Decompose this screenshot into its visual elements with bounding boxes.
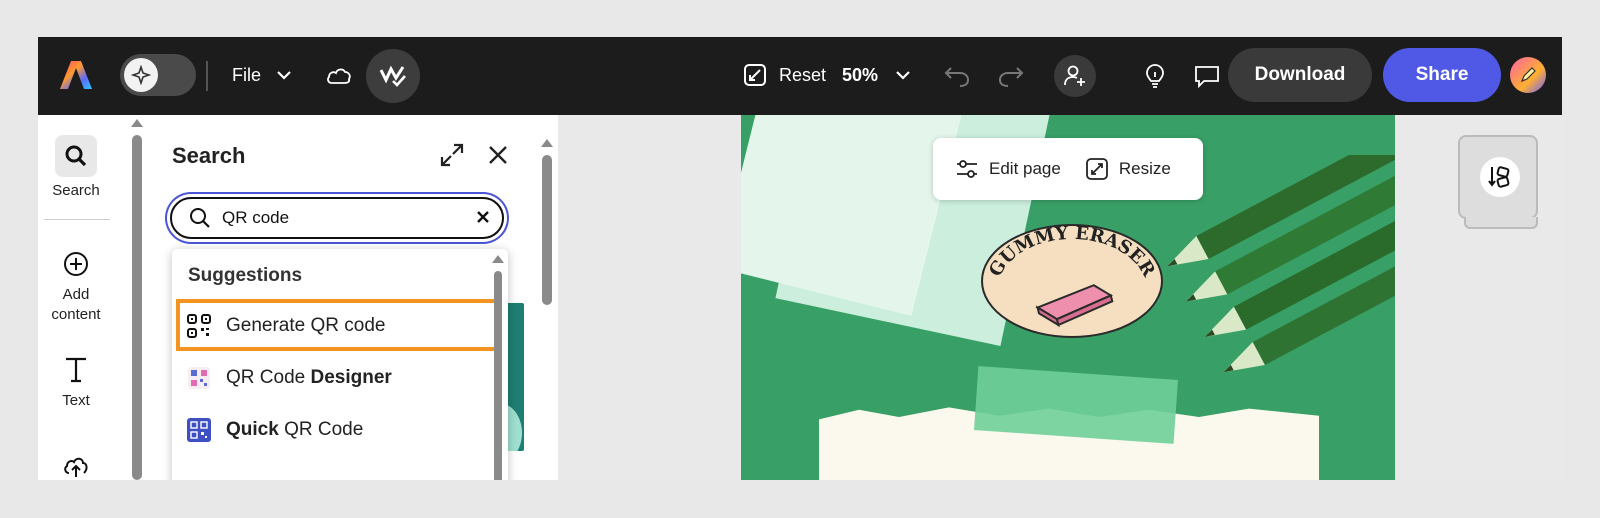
- suggestion-label: QR Code: [278, 419, 364, 440]
- scroll-up-arrow-icon[interactable]: [492, 255, 504, 263]
- search-panel: Search 9 Suggestions: [146, 115, 558, 480]
- search-field[interactable]: [170, 197, 504, 239]
- dropdown-scrollbar[interactable]: [492, 253, 504, 480]
- close-icon[interactable]: [484, 141, 514, 171]
- left-rail: Search Add content Text: [38, 115, 128, 480]
- scrollbar-thumb[interactable]: [132, 135, 142, 480]
- edit-page-label: Edit page: [989, 159, 1061, 178]
- gummy-eraser-badge: GUMMY ERASER: [981, 223, 1163, 338]
- search-icon: [190, 208, 210, 228]
- sparkle-icon: [124, 58, 158, 92]
- suggestions-heading: Suggestions: [188, 265, 303, 286]
- rail-item-text[interactable]: Text: [38, 355, 114, 411]
- lightbulb-icon[interactable]: [1138, 59, 1172, 93]
- suggestions-dropdown: Suggestions Generate QR code QR Code Des…: [172, 249, 508, 480]
- file-menu-button[interactable]: File: [232, 57, 291, 93]
- invite-user-button[interactable]: [1054, 55, 1096, 97]
- share-button[interactable]: Share: [1383, 48, 1501, 102]
- zoom-dropdown[interactable]: 50%: [842, 57, 910, 93]
- scroll-up-arrow-icon[interactable]: [541, 139, 553, 147]
- search-icon: [55, 135, 97, 177]
- add-user-icon: [1064, 65, 1085, 86]
- rail-item-upload[interactable]: [38, 455, 114, 479]
- scroll-up-arrow-icon[interactable]: [131, 119, 143, 127]
- sliders-icon: [957, 160, 977, 178]
- cloud-icon[interactable]: [322, 59, 356, 93]
- resize-label: Resize: [1118, 159, 1171, 178]
- rail-item-add-content[interactable]: Add content: [38, 251, 114, 325]
- page-order-icon: [1480, 157, 1520, 197]
- resize-icon: [1085, 158, 1108, 180]
- scrollbar-thumb[interactable]: [494, 271, 502, 480]
- panel-scrollbar[interactable]: [541, 135, 553, 480]
- quick-qr-app-icon: [186, 417, 212, 443]
- undo-icon[interactable]: [940, 59, 974, 93]
- suggestion-qr-code-designer[interactable]: QR Code Designer: [186, 357, 490, 399]
- scrollbar-thumb[interactable]: [542, 155, 552, 305]
- crown-check-icon: [379, 65, 406, 87]
- pencil-icon: [1520, 67, 1536, 83]
- resize-button[interactable]: Resize: [1085, 157, 1171, 181]
- top-toolbar: File Reset 50% Download Share: [38, 37, 1562, 115]
- suggestion-label-bold: Quick: [226, 419, 279, 440]
- page-stack-shadow: [1464, 217, 1538, 229]
- expand-icon[interactable]: [438, 141, 468, 171]
- divider: [44, 219, 110, 220]
- app-window: File Reset 50% Download Share Search Add…: [38, 37, 1562, 480]
- plus-circle-icon: [64, 252, 88, 276]
- divider: [206, 61, 208, 91]
- suggestion-label: QR Code: [226, 367, 311, 388]
- generative-toggle[interactable]: [120, 54, 196, 96]
- avatar[interactable]: [1510, 57, 1546, 93]
- brand-check-button[interactable]: [366, 49, 420, 103]
- rail-scrollbar[interactable]: [128, 115, 146, 480]
- reset-button[interactable]: Reset: [743, 57, 826, 93]
- reset-label: Reset: [779, 64, 827, 85]
- panel-title: Search: [172, 143, 246, 168]
- file-label: File: [232, 64, 262, 85]
- search-input[interactable]: [220, 207, 444, 229]
- suggestion-generate-qr-code[interactable]: Generate QR code: [176, 299, 500, 351]
- clear-icon[interactable]: [474, 208, 492, 226]
- design-canvas[interactable]: GUMMY ERASER Edit page Resize: [741, 115, 1395, 480]
- rail-item-label: Search: [52, 182, 100, 199]
- cloud-upload-icon: [64, 457, 88, 477]
- suggestion-quick-qr-code[interactable]: Quick QR Code: [186, 409, 490, 451]
- zoom-level: 50%: [842, 64, 879, 85]
- rail-item-label: Text: [62, 392, 90, 409]
- text-icon: [66, 357, 86, 383]
- suggestion-label-bold: Designer: [310, 367, 392, 388]
- pages-widget[interactable]: [1458, 135, 1538, 229]
- adobe-express-logo[interactable]: [58, 57, 94, 93]
- resize-reset-icon: [744, 64, 766, 86]
- highlight-box: [176, 299, 500, 351]
- page-toolbar: Edit page Resize: [933, 138, 1203, 200]
- qr-designer-app-icon: [186, 365, 212, 391]
- edit-page-button[interactable]: Edit page: [955, 158, 1061, 180]
- chevron-down-icon: [277, 71, 291, 80]
- redo-icon[interactable]: [994, 59, 1028, 93]
- rail-item-label: Add content: [51, 286, 101, 323]
- rail-item-search[interactable]: Search: [38, 135, 114, 201]
- chevron-down-icon: [896, 71, 910, 80]
- comment-icon[interactable]: [1190, 59, 1224, 93]
- download-button[interactable]: Download: [1228, 48, 1372, 102]
